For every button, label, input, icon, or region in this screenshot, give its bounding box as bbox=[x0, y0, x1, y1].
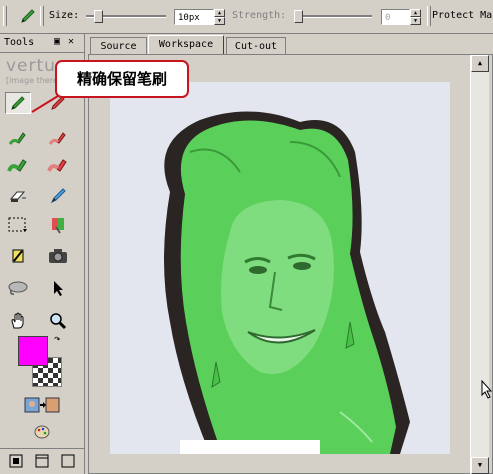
remove-highlighter-icon[interactable] bbox=[45, 155, 71, 177]
toolbar-separator bbox=[427, 6, 431, 26]
tools-panel-header: Tools ▣ ✕ bbox=[0, 34, 84, 53]
tab-workspace[interactable]: Workspace bbox=[148, 35, 224, 55]
color-picker-icon[interactable] bbox=[45, 214, 71, 236]
brand-logo-sub: [image there bbox=[6, 76, 58, 85]
options-bar: Size: 10px ▲ ▼ Strength: 0 ▲ ▼ Protect M… bbox=[0, 0, 493, 34]
strength-up-button[interactable]: ▲ bbox=[410, 9, 421, 17]
palette-icon[interactable] bbox=[29, 421, 55, 443]
size-slider-thumb[interactable] bbox=[94, 10, 103, 23]
zoom-icon[interactable] bbox=[45, 310, 71, 332]
scroll-down-button[interactable]: ▼ bbox=[471, 457, 489, 474]
portrait-with-keep-mask bbox=[164, 111, 410, 454]
tab-source[interactable]: Source bbox=[90, 37, 147, 55]
unmasked-strip bbox=[180, 440, 320, 454]
selection-icon[interactable] bbox=[5, 214, 31, 236]
tab-cut-out[interactable]: Cut-out bbox=[226, 37, 286, 55]
size-stepper[interactable]: ▲ ▼ bbox=[214, 9, 225, 25]
tools-panel-title: Tools bbox=[4, 37, 35, 48]
strength-label: Strength: bbox=[232, 10, 287, 21]
hand-icon[interactable] bbox=[5, 310, 31, 332]
swap-colors-icon[interactable]: ↷ bbox=[54, 332, 61, 345]
size-down-button[interactable]: ▼ bbox=[214, 17, 225, 25]
tool-callout: 精确保留笔刷 bbox=[55, 60, 189, 98]
mouse-cursor-icon bbox=[481, 379, 493, 403]
lasso-icon[interactable] bbox=[5, 277, 31, 299]
precise-keep-brush-icon[interactable] bbox=[5, 92, 31, 114]
remove-brush-icon[interactable] bbox=[45, 127, 71, 149]
arrow-pointer-icon[interactable] bbox=[45, 277, 71, 299]
view-mode-3-icon[interactable] bbox=[57, 450, 79, 472]
vertical-scrollbar[interactable]: ▲ ▼ bbox=[470, 55, 489, 474]
protect-mask-label[interactable]: Protect Ma bbox=[432, 10, 492, 21]
toolbar-grip bbox=[3, 6, 7, 26]
view-mode-1-icon[interactable] bbox=[5, 450, 27, 472]
size-up-button[interactable]: ▲ bbox=[214, 9, 225, 17]
view-mode-2-icon[interactable] bbox=[31, 450, 53, 472]
keep-brush-icon[interactable] bbox=[5, 127, 31, 149]
foreground-color-swatch-front[interactable] bbox=[18, 336, 48, 366]
pen-icon[interactable] bbox=[45, 185, 71, 207]
strength-slider[interactable] bbox=[294, 15, 372, 18]
image-canvas[interactable] bbox=[110, 82, 450, 454]
eraser-icon[interactable] bbox=[5, 185, 31, 207]
strength-down-button[interactable]: ▼ bbox=[410, 17, 421, 25]
size-label: Size: bbox=[49, 10, 80, 21]
close-icon[interactable]: ✕ bbox=[66, 37, 76, 47]
dock-icon[interactable]: ▣ bbox=[52, 37, 62, 47]
strength-stepper[interactable]: ▲ ▼ bbox=[410, 9, 421, 25]
current-tool-brush-icon bbox=[20, 8, 36, 27]
strength-input[interactable]: 0 bbox=[381, 9, 410, 25]
strength-slider-thumb[interactable] bbox=[294, 10, 303, 23]
scroll-up-button[interactable]: ▲ bbox=[471, 55, 489, 72]
keep-highlighter-icon[interactable] bbox=[5, 155, 31, 177]
magic-wand-icon[interactable] bbox=[5, 245, 31, 267]
swap-images-icon[interactable] bbox=[20, 394, 64, 416]
size-input[interactable]: 10px bbox=[174, 9, 214, 25]
camera-icon[interactable] bbox=[45, 245, 71, 267]
toolbar-separator bbox=[40, 6, 44, 26]
brand-logo: vertu bbox=[6, 56, 56, 76]
